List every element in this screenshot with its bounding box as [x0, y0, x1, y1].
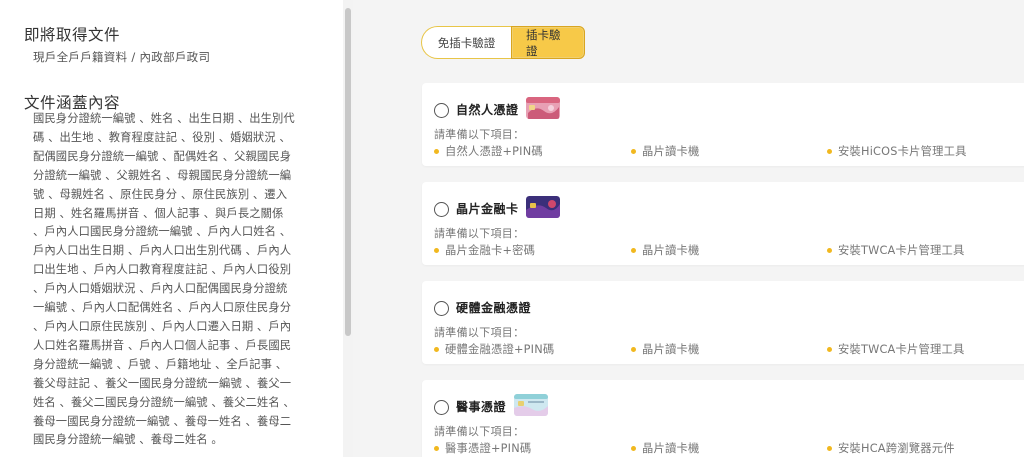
requirement-item: 晶片讀卡機 [631, 341, 700, 357]
radio-button[interactable] [434, 103, 449, 118]
option-card-chip-debit-card[interactable]: 晶片金融卡 請準備以下項目： 晶片金融卡+密碼 晶片讀卡機 安裝TWCA卡片管理… [422, 182, 1024, 265]
prepare-label: 請準備以下項目： [434, 227, 525, 240]
document-info-panel: 即將取得文件 現戶全戶戶籍資料 / 內政部戶政司 文件涵蓋內容 國民身分證統一編… [0, 0, 340, 457]
tab-no-card-verification[interactable]: 免插卡驗證 [421, 26, 511, 59]
card-title: 硬體金融憑證 [456, 301, 532, 315]
prepare-label: 請準備以下項目： [434, 326, 525, 339]
scrollbar-thumb[interactable] [345, 8, 351, 336]
requirement-item: 安裝TWCA卡片管理工具 [827, 242, 964, 258]
requirement-item: 晶片讀卡機 [631, 143, 700, 159]
option-card-citizen-certificate[interactable]: 自然人憑證 請準備以下項目： 自然人憑證+PIN碼 晶片讀卡機 安裝HiCOS卡… [422, 83, 1024, 166]
requirement-item: 自然人憑證+PIN碼 [434, 143, 543, 159]
bullet-icon [827, 346, 832, 352]
contents-body: 國民身分證統一編號 、姓名 、出生日期 、出生別代碼 、出生地 、教育程度註記 … [33, 112, 295, 447]
card-title: 晶片金融卡 [456, 202, 519, 216]
requirement-item: 醫事憑證+PIN碼 [434, 440, 531, 456]
radio-button[interactable] [434, 202, 449, 217]
bullet-icon [827, 148, 832, 154]
bullet-icon [434, 445, 439, 451]
bullet-icon [631, 148, 636, 154]
card-title: 自然人憑證 [456, 103, 519, 117]
bullet-icon [827, 445, 832, 451]
requirement-item: 晶片讀卡機 [631, 242, 700, 258]
radio-button[interactable] [434, 400, 449, 415]
card-title: 醫事憑證 [456, 400, 507, 414]
medical-certificate-card-image [514, 394, 548, 416]
radio-button[interactable] [434, 301, 449, 316]
bullet-icon [631, 247, 636, 253]
requirement-item: 晶片讀卡機 [631, 440, 700, 456]
requirement-item: 硬體金融憑證+PIN碼 [434, 341, 554, 357]
requirement-item: 安裝TWCA卡片管理工具 [827, 341, 964, 357]
requirement-item: 安裝HiCOS卡片管理工具 [827, 143, 967, 159]
requirement-item: 安裝HCA跨瀏覽器元件 [827, 440, 955, 456]
bullet-icon [434, 346, 439, 352]
requirement-item: 晶片金融卡+密碼 [434, 242, 535, 258]
document-subtitle: 現戶全戶戶籍資料 / 內政部戶政司 [33, 50, 211, 64]
bullet-icon [434, 148, 439, 154]
prepare-label: 請準備以下項目： [434, 128, 525, 141]
option-card-medical-certificate[interactable]: 醫事憑證 請準備以下項目： 醫事憑證+PIN碼 晶片讀卡機 安裝HCA跨瀏覽器元… [422, 380, 1024, 457]
document-title: 即將取得文件 [24, 26, 121, 44]
prepare-label: 請準備以下項目： [434, 425, 525, 438]
bullet-icon [827, 247, 832, 253]
citizen-certificate-card-image [526, 97, 560, 119]
tab-card-verification[interactable]: 插卡驗證 [511, 26, 585, 59]
chip-debit-card-image [526, 196, 560, 218]
bullet-icon [434, 247, 439, 253]
verification-tabs: 免插卡驗證 插卡驗證 [421, 26, 585, 59]
bullet-icon [631, 346, 636, 352]
option-card-hardware-financial-certificate[interactable]: 硬體金融憑證 請準備以下項目： 硬體金融憑證+PIN碼 晶片讀卡機 安裝TWCA… [422, 281, 1024, 364]
bullet-icon [631, 445, 636, 451]
